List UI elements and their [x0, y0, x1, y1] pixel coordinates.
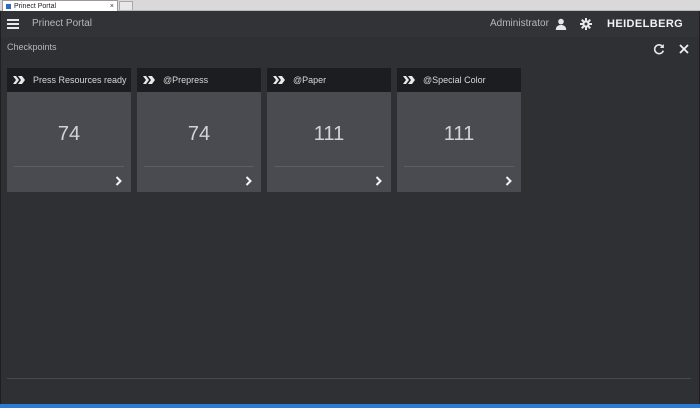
- browser-tab-close-button[interactable]: ×: [110, 1, 117, 12]
- checkpoint-flag-icon: [13, 76, 25, 84]
- card-divider: [144, 166, 254, 167]
- checkpoint-cards: Press Resources ready 74 @Prepress 74 @P…: [7, 68, 527, 192]
- card-header: @Special Color: [397, 68, 521, 92]
- checkpoint-card[interactable]: Press Resources ready 74: [7, 68, 131, 192]
- app-window: Prinect Portal Administrator HEIDELBERG …: [0, 11, 700, 408]
- checkpoint-card[interactable]: @Special Color 111: [397, 68, 521, 192]
- card-divider: [404, 166, 514, 167]
- checkpoint-flag-icon: [143, 76, 155, 84]
- user-name[interactable]: Administrator: [490, 11, 549, 37]
- card-header: @Paper: [267, 68, 391, 92]
- card-count: 111: [443, 123, 475, 145]
- new-tab-button[interactable]: [119, 1, 133, 10]
- checkpoint-card[interactable]: @Paper 111: [267, 68, 391, 192]
- gear-icon[interactable]: [580, 18, 592, 30]
- chevron-right-icon[interactable]: [375, 176, 383, 186]
- favicon-icon: [6, 3, 11, 9]
- checkpoint-flag-icon: [273, 76, 285, 84]
- hamburger-menu-icon[interactable]: [7, 19, 19, 29]
- app-header: Prinect Portal Administrator HEIDELBERG: [1, 11, 699, 37]
- card-title: @Prepress: [163, 75, 209, 85]
- browser-tab-strip: Prinect Portal ×: [0, 0, 700, 11]
- card-divider: [274, 166, 384, 167]
- checkpoint-card[interactable]: @Prepress 74: [137, 68, 261, 192]
- card-header: @Prepress: [137, 68, 261, 92]
- app-title: Prinect Portal: [32, 18, 93, 29]
- card-title: @Special Color: [423, 75, 486, 85]
- card-divider: [14, 166, 124, 167]
- chevron-right-icon[interactable]: [115, 176, 123, 186]
- card-count: 111: [313, 123, 345, 145]
- user-icon[interactable]: [555, 18, 567, 30]
- taskbar-accent-bar: [0, 404, 700, 408]
- page-title: Checkpoints: [7, 42, 57, 52]
- refresh-icon[interactable]: [653, 43, 665, 55]
- chevron-right-icon[interactable]: [245, 176, 253, 186]
- chevron-right-icon[interactable]: [505, 176, 513, 186]
- card-title: @Paper: [293, 75, 327, 85]
- card-count: 74: [57, 123, 81, 145]
- checkpoint-flag-icon: [403, 76, 415, 84]
- card-title: Press Resources ready: [33, 75, 127, 85]
- browser-tab-title: Prinect Portal: [14, 2, 57, 10]
- browser-tab[interactable]: Prinect Portal ×: [2, 0, 118, 11]
- heidelberg-logo: HEIDELBERG: [607, 18, 684, 30]
- footer-divider: [7, 378, 691, 379]
- close-icon[interactable]: [679, 44, 689, 54]
- card-header: Press Resources ready: [7, 68, 131, 92]
- card-count: 74: [187, 123, 211, 145]
